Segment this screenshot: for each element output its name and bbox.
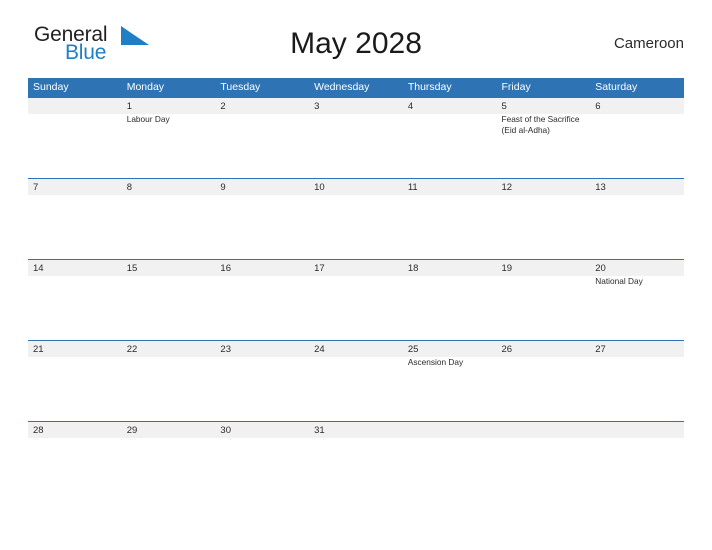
day-cell[interactable]: 19 <box>497 260 591 340</box>
day-number: 4 <box>407 101 414 112</box>
day-number: 26 <box>501 344 513 355</box>
day-cell[interactable]: 15 <box>122 260 216 340</box>
weekday-header-saturday: Saturday <box>595 81 638 93</box>
calendar-page: General Blue May 2028 Cameroon Sunday Mo… <box>0 0 712 550</box>
week-row: 7 8 9 10 11 12 13 <box>28 178 684 259</box>
week-row: 14 15 16 17 18 19 20 National Day <box>28 259 684 340</box>
day-cell[interactable] <box>403 422 497 502</box>
day-number: 29 <box>126 425 138 436</box>
day-cell[interactable]: 4 <box>403 98 497 178</box>
day-number: 20 <box>595 263 606 274</box>
day-number: 27 <box>595 344 606 355</box>
day-number: 8 <box>126 182 132 193</box>
day-cell[interactable]: 23 <box>215 341 309 421</box>
weekday-header-thursday: Thursday <box>407 81 452 93</box>
day-number: 31 <box>314 425 325 436</box>
day-number: 10 <box>314 182 325 193</box>
weekday-header-friday: Friday <box>501 81 531 93</box>
day-cell[interactable]: 31 <box>309 422 403 502</box>
day-event: Ascension Day <box>407 357 464 367</box>
day-number: 18 <box>407 263 419 274</box>
day-cell[interactable] <box>497 422 591 502</box>
day-number: 17 <box>314 263 325 274</box>
day-cell[interactable]: 16 <box>215 260 309 340</box>
day-cell[interactable]: 26 <box>497 341 591 421</box>
day-number: 22 <box>126 344 138 355</box>
day-cell[interactable]: 12 <box>497 179 591 259</box>
day-cell[interactable]: 6 <box>590 98 684 178</box>
day-number: 5 <box>501 101 507 112</box>
day-cell[interactable]: 11 <box>403 179 497 259</box>
day-number: 14 <box>33 263 44 274</box>
day-number: 1 <box>126 101 132 112</box>
day-number: 3 <box>314 101 320 112</box>
weekday-header-row: Sunday Monday Tuesday Wednesday Thursday… <box>28 78 684 97</box>
day-number: 28 <box>33 425 44 436</box>
day-cell[interactable]: 1 Labour Day <box>122 98 216 178</box>
day-event: National Day <box>595 276 643 286</box>
day-cell[interactable]: 9 <box>215 179 309 259</box>
day-cell[interactable]: 8 <box>122 179 216 259</box>
country-label: Cameroon <box>613 35 684 52</box>
day-number: 13 <box>595 182 606 193</box>
day-number: 11 <box>407 182 418 193</box>
day-cell[interactable]: 3 <box>309 98 403 178</box>
page-title: May 2028 <box>290 27 422 60</box>
page-header: General Blue May 2028 Cameroon <box>0 22 712 66</box>
day-number: 7 <box>33 182 39 193</box>
day-cell[interactable] <box>590 422 684 502</box>
day-number: 21 <box>33 344 44 355</box>
weekday-header-sunday: Sunday <box>33 81 69 93</box>
day-cell[interactable]: 27 <box>590 341 684 421</box>
day-number: 23 <box>220 344 231 355</box>
day-event: Feast of the Sacrifice (Eid al-Adha) <box>501 114 580 135</box>
day-cell[interactable]: 22 <box>122 341 216 421</box>
day-cell[interactable]: 7 <box>28 179 122 259</box>
day-cell[interactable]: 10 <box>309 179 403 259</box>
day-cell[interactable]: 20 National Day <box>590 260 684 340</box>
week-row: 28 29 30 31 <box>28 421 684 502</box>
day-number: 12 <box>501 182 513 193</box>
day-cell[interactable]: 28 <box>28 422 122 502</box>
weekday-header-tuesday: Tuesday <box>220 81 261 93</box>
day-number: 25 <box>407 344 419 355</box>
day-number: 6 <box>595 101 601 112</box>
day-cell[interactable]: 17 <box>309 260 403 340</box>
day-cell[interactable] <box>28 98 122 178</box>
day-number: 19 <box>501 263 513 274</box>
day-event: Labour Day <box>126 114 170 124</box>
day-cell[interactable]: 13 <box>590 179 684 259</box>
day-cell[interactable]: 18 <box>403 260 497 340</box>
day-number: 15 <box>126 263 138 274</box>
day-cell[interactable]: 2 <box>215 98 309 178</box>
day-cell[interactable]: 21 <box>28 341 122 421</box>
day-cell[interactable]: 25 Ascension Day <box>403 341 497 421</box>
week-row: 21 22 23 24 25 Ascension Day 26 27 <box>28 340 684 421</box>
week-row: 1 Labour Day 2 3 4 5 Feast of the Sacrif… <box>28 97 684 178</box>
day-number: 16 <box>220 263 231 274</box>
day-number: 30 <box>220 425 231 436</box>
day-cell[interactable]: 24 <box>309 341 403 421</box>
day-number: 2 <box>220 101 226 112</box>
day-cell[interactable]: 5 Feast of the Sacrifice (Eid al-Adha) <box>497 98 591 178</box>
day-cell[interactable]: 30 <box>215 422 309 502</box>
day-number: 24 <box>314 344 325 355</box>
day-cell[interactable]: 14 <box>28 260 122 340</box>
day-number: 9 <box>220 182 226 193</box>
weekday-header-wednesday: Wednesday <box>314 81 370 93</box>
weekday-header-monday: Monday <box>126 81 165 93</box>
day-cell[interactable]: 29 <box>122 422 216 502</box>
month-calendar: Sunday Monday Tuesday Wednesday Thursday… <box>28 78 684 502</box>
